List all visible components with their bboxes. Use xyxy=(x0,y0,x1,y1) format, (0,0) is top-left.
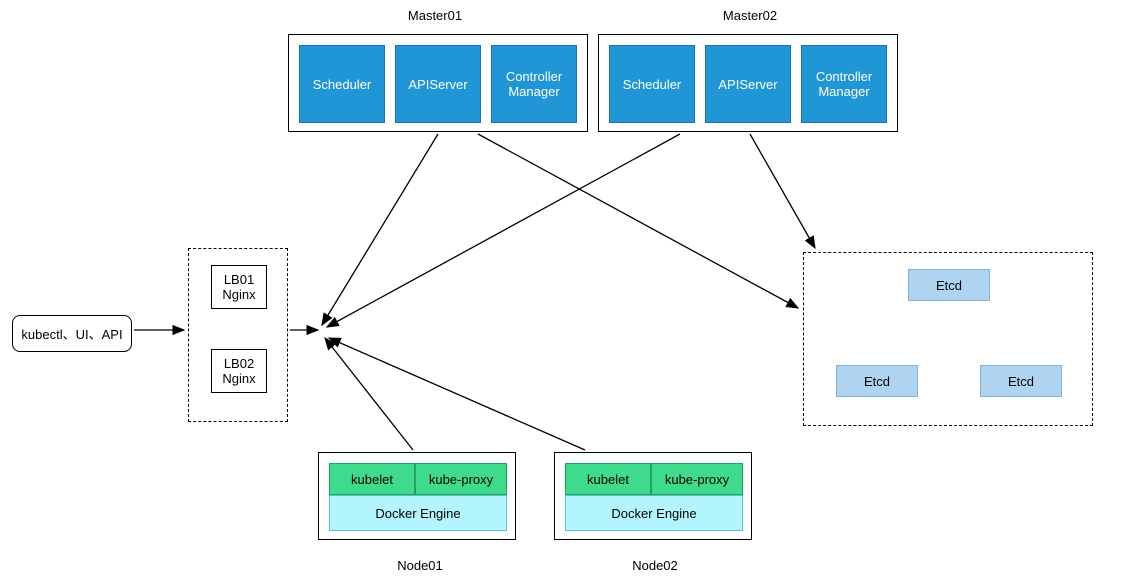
master02-controller-l2: Manager xyxy=(818,84,869,99)
master02-title: Master02 xyxy=(700,8,800,23)
node02-group: kubelet kube-proxy Docker Engine xyxy=(554,452,752,540)
node01-kubeproxy-label: kube-proxy xyxy=(429,472,493,487)
node02-engine-label: Docker Engine xyxy=(611,506,696,521)
etcd-3: Etcd xyxy=(980,365,1062,397)
master01-group: Scheduler APIServer Controller Manager xyxy=(288,34,588,132)
client-box: kubectl、UI、API xyxy=(12,315,132,352)
master01-title: Master01 xyxy=(385,8,485,23)
lb01-name: LB01 xyxy=(224,272,254,287)
lb-group: LB01 Nginx LB02 Nginx xyxy=(188,248,288,422)
master02-group: Scheduler APIServer Controller Manager xyxy=(598,34,898,132)
node02-kubeproxy: kube-proxy xyxy=(651,463,743,495)
node02-kubelet-label: kubelet xyxy=(587,472,629,487)
node01-title: Node01 xyxy=(380,558,460,573)
node02-kubelet: kubelet xyxy=(565,463,651,495)
master02-apiserver: APIServer xyxy=(705,45,791,123)
etcd-group: Etcd Etcd Etcd xyxy=(803,252,1093,426)
master02-scheduler: Scheduler xyxy=(609,45,695,123)
master01-apiserver-label: APIServer xyxy=(408,77,467,92)
node02-title: Node02 xyxy=(615,558,695,573)
node01-kubelet: kubelet xyxy=(329,463,415,495)
etcd-2-label: Etcd xyxy=(864,374,890,389)
node01-engine: Docker Engine xyxy=(329,495,507,531)
master01-apiserver: APIServer xyxy=(395,45,481,123)
lb01-box: LB01 Nginx xyxy=(211,265,267,309)
master01-controller-l2: Manager xyxy=(508,84,559,99)
node01-kubeproxy: kube-proxy xyxy=(415,463,507,495)
node01-group: kubelet kube-proxy Docker Engine xyxy=(318,452,516,540)
node01-kubelet-label: kubelet xyxy=(351,472,393,487)
node02-engine: Docker Engine xyxy=(565,495,743,531)
master01-scheduler: Scheduler xyxy=(299,45,385,123)
node02-kubeproxy-label: kube-proxy xyxy=(665,472,729,487)
node01-engine-label: Docker Engine xyxy=(375,506,460,521)
master02-controller: Controller Manager xyxy=(801,45,887,123)
master01-scheduler-label: Scheduler xyxy=(313,77,372,92)
master02-scheduler-label: Scheduler xyxy=(623,77,682,92)
lb02-sub: Nginx xyxy=(222,371,255,386)
master01-controller-l1: Controller xyxy=(506,69,562,84)
etcd-2: Etcd xyxy=(836,365,918,397)
etcd-3-label: Etcd xyxy=(1008,374,1034,389)
client-label: kubectl、UI、API xyxy=(21,327,122,342)
master02-controller-l1: Controller xyxy=(816,69,872,84)
lb02-box: LB02 Nginx xyxy=(211,349,267,393)
lb02-name: LB02 xyxy=(224,356,254,371)
etcd-1: Etcd xyxy=(908,269,990,301)
master02-apiserver-label: APIServer xyxy=(718,77,777,92)
etcd-1-label: Etcd xyxy=(936,278,962,293)
master01-controller: Controller Manager xyxy=(491,45,577,123)
lb01-sub: Nginx xyxy=(222,287,255,302)
